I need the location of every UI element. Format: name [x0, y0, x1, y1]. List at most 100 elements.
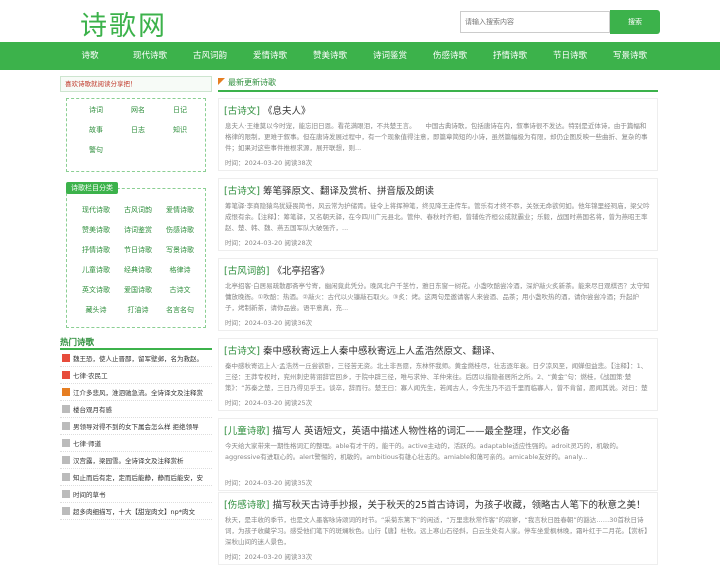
category-link[interactable]: 日记	[159, 105, 201, 115]
column-link[interactable]: 英文诗歌	[75, 285, 117, 295]
column-link[interactable]: 爱国诗歌	[117, 285, 159, 295]
article-category[interactable]: [古诗文]	[224, 186, 260, 197]
column-link[interactable]: 赞美诗歌	[75, 225, 117, 235]
article-views: 阅读33次	[284, 553, 313, 561]
column-link[interactable]: 打油诗	[117, 305, 159, 315]
article-title-row[interactable]: [古诗文] 《息夫人》	[219, 99, 657, 119]
article-title[interactable]: 《北亭招客》	[272, 266, 329, 277]
article-title[interactable]: 描写人 英语短文，英语中描述人物性格的词汇——最全整理，作文必备	[272, 426, 570, 437]
article-category[interactable]: [古风词韵]	[224, 266, 269, 277]
article-card: [伤感诗歌] 描写秋天古诗手抄报，关于秋天的25首古诗词，为孩子收藏，领略古人笔…	[218, 492, 658, 565]
article-excerpt: 北亭招客·白居易疏散郡斋亭兮寄，幽闲竟此凭分。晚风北户千茎竹，雅日东窗一树花。小…	[225, 282, 650, 312]
hot-item[interactable]: 江介多悲风，淮泗驰急流。全诗译文及注释赏	[60, 386, 212, 401]
article-title-row[interactable]: [儿童诗歌] 描写人 英语短文，英语中描述人物性格的词汇——最全整理，作文必备	[219, 419, 657, 439]
nav-item[interactable]: 诗词鉴赏	[360, 42, 420, 70]
article-title-row[interactable]: [古诗文] 秦中感秋寄远上人秦中感秋寄远上人孟浩然原文、翻译、	[219, 339, 657, 359]
latest-title: 最新更新诗歌	[228, 78, 276, 87]
column-link[interactable]: 古风词韵	[117, 205, 159, 215]
article-title[interactable]: 秦中感秋寄远上人秦中感秋寄远上人孟浩然原文、翻译、	[263, 346, 501, 357]
column-box: 现代诗歌 古风词韵 爱情诗歌 赞美诗歌 诗词鉴赏 伤感诗歌 抒情诗歌 节日诗歌 …	[66, 188, 206, 328]
article-title-row[interactable]: [伤感诗歌] 描写秋天古诗手抄报，关于秋天的25首古诗词，为孩子收藏，领略古人笔…	[219, 493, 657, 513]
nav-item[interactable]: 赞美诗歌	[300, 42, 360, 70]
column-link[interactable]: 格律诗	[159, 265, 201, 275]
column-link[interactable]: 经典诗歌	[117, 265, 159, 275]
article-meta: 时间：2024-03-20 阅读35次	[219, 474, 657, 490]
latest-header: 最新更新诗歌	[218, 76, 658, 92]
hot-item-title: 汉宫露，梁园雪。全诗译文及注释赏析	[73, 457, 184, 465]
column-link[interactable]: 现代诗歌	[75, 205, 117, 215]
hot-item-title: 时间的草书	[73, 491, 106, 499]
article-card: [儿童诗歌] 描写人 英语短文，英语中描述人物性格的词汇——最全整理，作文必备今…	[218, 418, 658, 491]
nav-item[interactable]: 现代诗歌	[120, 42, 180, 70]
nav-item[interactable]: 节日诗歌	[540, 42, 600, 70]
hot-divider	[60, 348, 212, 350]
category-link[interactable]: 诗词	[75, 105, 117, 115]
nav-item[interactable]: 写景诗歌	[600, 42, 660, 70]
nav-item[interactable]: 抒情诗歌	[480, 42, 540, 70]
nav-item[interactable]: 诗歌	[60, 42, 120, 70]
article-views: 阅读35次	[284, 479, 313, 487]
hot-item-title: 知止而后有定，定而后能静，静而后能安，安	[73, 474, 203, 482]
article-excerpt: 秦中感秋寄远上人·孟浩然一丘尝欲卧，三径苦无资。北土非吾愿，东林怀我师。黄金燃桂…	[225, 362, 648, 392]
share-banner: 喜欢诗歌就阅读分享把！	[60, 76, 212, 92]
column-link[interactable]: 儿童诗歌	[75, 265, 117, 275]
article-views: 阅读36次	[284, 319, 313, 327]
hot-item[interactable]: 知止而后有定，定而后能静，静而后能安，安	[60, 471, 212, 486]
article-meta: 时间：2024-03-20 阅读36次	[219, 314, 657, 330]
hot-item[interactable]: 魏王恐，使人止晋鄙，留军壁邺，名为救赵。	[60, 352, 212, 367]
search-input[interactable]	[460, 11, 610, 33]
hot-item-title: 七律·农民工	[73, 372, 108, 380]
left-sidebar: 喜欢诗歌就阅读分享把！ 诗词 网名 日记 故事 日志 知识 警句 现代诗歌 古风…	[60, 76, 212, 520]
column-link[interactable]: 诗词鉴赏	[117, 225, 159, 235]
article-date: 时间：2024-03-20	[225, 239, 283, 247]
article-title-row[interactable]: [古风词韵] 《北亭招客》	[219, 259, 657, 279]
hot-item[interactable]: 七律·师道	[60, 437, 212, 452]
column-link[interactable]: 写景诗歌	[159, 245, 201, 255]
hot-item[interactable]: 汉宫露，梁园雪。全诗译文及注释赏析	[60, 454, 212, 469]
article-card: [古风词韵] 《北亭招客》北亭招客·白居易疏散郡斋亭兮寄，幽闲竟此凭分。晚风北户…	[218, 258, 658, 331]
main-nav: 诗歌 现代诗歌 古风词韵 爱情诗歌 赞美诗歌 诗词鉴赏 伤感诗歌 抒情诗歌 节日…	[0, 42, 720, 70]
site-logo[interactable]: 诗歌网	[80, 4, 167, 43]
nav-item[interactable]: 爱情诗歌	[240, 42, 300, 70]
category-link[interactable]: 警句	[75, 145, 117, 155]
article-category[interactable]: [古诗文]	[224, 346, 260, 357]
article-category[interactable]: [伤感诗歌]	[224, 500, 269, 511]
hot-item[interactable]: 七律·农民工	[60, 369, 212, 384]
hot-title: 热门诗歌	[60, 338, 95, 348]
search-button[interactable]: 搜索	[610, 10, 660, 34]
hot-item[interactable]: 男领导对得不到的女下属会怎么样 拒绝领导	[60, 420, 212, 435]
column-link[interactable]: 藏头诗	[75, 305, 117, 315]
column-link[interactable]: 爱情诗歌	[159, 205, 201, 215]
category-link[interactable]: 日志	[117, 125, 159, 135]
category-link[interactable]: 故事	[75, 125, 117, 135]
category-link[interactable]: 网名	[117, 105, 159, 115]
nav-item[interactable]: 古风词韵	[180, 42, 240, 70]
column-link[interactable]: 伤感诗歌	[159, 225, 201, 235]
hot-item-title: 楼台观月有感	[73, 406, 112, 414]
article-category[interactable]: [古诗文]	[224, 106, 260, 117]
article-title[interactable]: 《息夫人》	[263, 106, 311, 117]
column-link[interactable]: 抒情诗歌	[75, 245, 117, 255]
rank-badge	[62, 354, 70, 362]
category-link[interactable]: 知识	[159, 125, 201, 135]
column-link[interactable]: 古诗文	[159, 285, 201, 295]
hot-item-title: 七律·师道	[73, 440, 102, 448]
article-meta: 时间：2024-03-20 阅读25次	[219, 394, 657, 410]
article-meta: 时间：2024-03-20 阅读38次	[219, 154, 657, 170]
rank-badge	[62, 473, 70, 481]
article-title-row[interactable]: [古诗文] 筹笔驿原文、翻译及赏析、拼音版及朗读	[219, 179, 657, 199]
article-title[interactable]: 筹笔驿原文、翻译及赏析、拼音版及朗读	[263, 186, 434, 197]
article-category[interactable]: [儿童诗歌]	[224, 426, 269, 437]
hot-item[interactable]: 时间的草书	[60, 488, 212, 503]
nav-item[interactable]: 伤感诗歌	[420, 42, 480, 70]
rank-badge	[62, 456, 70, 464]
article-card: [古诗文] 《息夫人》息夫人·王维莫以今时宠，能忘旧日恩。看花满眼泪，不共楚王言…	[218, 98, 658, 171]
article-title[interactable]: 描写秋天古诗手抄报，关于秋天的25首古诗词，为孩子收藏，领略古人笔下的秋意之美！	[272, 500, 645, 511]
hot-item[interactable]: 超多肉细描写，十大【甜宠肉文】np*肉文	[60, 505, 212, 520]
column-link[interactable]: 名言名句	[159, 305, 201, 315]
hot-item[interactable]: 楼台观月有感	[60, 403, 212, 418]
column-link[interactable]: 节日诗歌	[117, 245, 159, 255]
article-excerpt: 息夫人·王维莫以今时宠，能忘旧日恩。看花满眼泪，不共楚王言。 中国古典诗歌，包括…	[225, 122, 648, 152]
hot-item-title: 超多肉细描写，十大【甜宠肉文】np*肉文	[73, 508, 195, 516]
corner-icon	[218, 78, 225, 85]
